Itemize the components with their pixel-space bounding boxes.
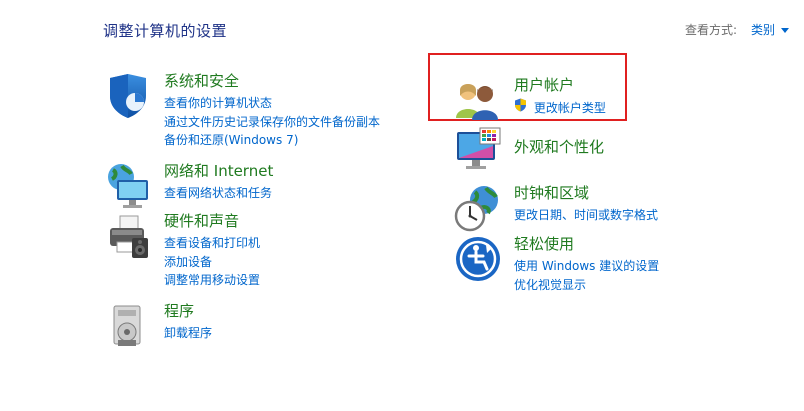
link-recommended-settings[interactable]: 使用 Windows 建议的设置 (514, 257, 659, 276)
printer-icon (110, 215, 148, 258)
link-devices-printers[interactable]: 查看设备和打印机 (164, 234, 260, 253)
link-view-computer-status[interactable]: 查看你的计算机状态 (164, 94, 380, 113)
clock-globe-icon (454, 186, 498, 232)
ease-of-access-icon (456, 237, 500, 281)
users-icon (456, 84, 498, 120)
network-icon (108, 164, 148, 208)
link-change-account-type[interactable]: 更改帐户类型 (514, 98, 606, 118)
link-add-device[interactable]: 添加设备 (164, 253, 260, 272)
category-title[interactable]: 轻松使用 (514, 235, 574, 253)
link-uninstall-program[interactable]: 卸载程序 (164, 324, 212, 343)
link-backup-restore[interactable]: 备份和还原(Windows 7) (164, 131, 380, 150)
page-title: 调整计算机的设置 (103, 22, 228, 40)
shield-icon (110, 74, 146, 118)
link-mobility-settings[interactable]: 调整常用移动设置 (164, 271, 260, 290)
link-label: 更改帐户类型 (533, 101, 606, 115)
view-by-dropdown[interactable]: 类别 (751, 21, 789, 38)
view-by-value: 类别 (750, 23, 775, 37)
monitor-icon (457, 127, 501, 169)
chevron-down-icon (781, 27, 789, 33)
link-file-history[interactable]: 通过文件历史记录保存你的文件备份副本 (164, 113, 380, 132)
category-title[interactable]: 时钟和区域 (514, 184, 589, 202)
category-title[interactable]: 程序 (164, 302, 194, 320)
view-by-label: 查看方式: (684, 23, 737, 37)
category-title[interactable]: 硬件和声音 (164, 212, 239, 230)
category-title[interactable]: 系统和安全 (164, 72, 239, 90)
link-optimize-visual-display[interactable]: 优化视觉显示 (514, 276, 659, 295)
programs-icon (113, 305, 141, 346)
category-title[interactable]: 网络和 Internet (164, 162, 273, 180)
link-network-status[interactable]: 查看网络状态和任务 (164, 184, 272, 203)
category-title[interactable]: 用户帐户 (514, 76, 574, 94)
view-by: 查看方式: 类别 (685, 21, 789, 38)
category-title[interactable]: 外观和个性化 (514, 138, 604, 156)
link-change-date-time-format[interactable]: 更改日期、时间或数字格式 (514, 206, 658, 225)
uac-shield-icon (515, 98, 526, 112)
